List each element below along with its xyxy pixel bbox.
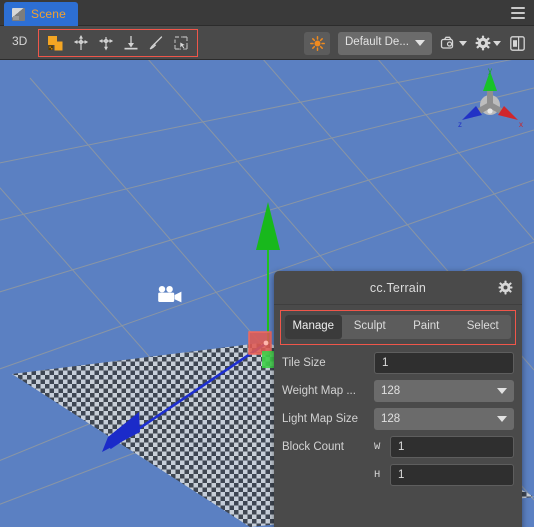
chevron-down-icon xyxy=(415,40,425,46)
view-mode-label[interactable]: 3D xyxy=(12,35,27,47)
window-tabbar: Scene xyxy=(0,0,534,26)
scene-icon xyxy=(12,7,25,21)
tab-manage-label: Manage xyxy=(292,320,335,333)
editor-window: Scene 3D Default De... y x z cc.Terrain … xyxy=(0,0,534,527)
block-count-h-input[interactable]: 1 xyxy=(390,464,514,486)
tab-paint-label: Paint xyxy=(413,320,440,333)
chevron-down-icon xyxy=(497,388,507,394)
block-count-w-value: 1 xyxy=(398,441,405,453)
light-map-size-label: Light Map Size xyxy=(282,413,359,425)
cursor-select-icon xyxy=(173,36,188,50)
layout-panel-icon xyxy=(510,35,525,51)
camera-menu-button[interactable] xyxy=(440,32,467,54)
brush-tool[interactable] xyxy=(143,31,168,55)
camera-icon xyxy=(440,36,454,49)
field-row-block-count-h: H 1 xyxy=(282,464,514,486)
render-pipeline-value: Default De... xyxy=(345,36,409,49)
video-camera-icon[interactable] xyxy=(157,286,183,304)
svg-text:z: z xyxy=(458,120,462,129)
field-row-light-map-size: Light Map Size 128 xyxy=(282,408,514,430)
axis-orientation-gizmo[interactable]: y x z xyxy=(454,65,526,135)
move-tool[interactable] xyxy=(68,31,93,55)
move-gizmo-icon xyxy=(73,35,88,50)
scene-viewport[interactable]: y x z cc.Terrain Manage Sculpt Paint Sel… xyxy=(0,60,534,527)
block-count-w-axis-label: W xyxy=(374,441,381,453)
gear-icon xyxy=(475,35,491,51)
weight-map-size-dropdown[interactable]: 128 xyxy=(374,380,514,402)
tab-manage[interactable]: Manage xyxy=(285,315,342,339)
gear-icon[interactable] xyxy=(498,280,513,295)
tab-scene[interactable]: Scene xyxy=(4,2,79,26)
tab-select[interactable]: Select xyxy=(455,315,512,339)
tab-sculpt[interactable]: Sculpt xyxy=(342,315,399,339)
anchor-tool[interactable] xyxy=(118,31,143,55)
panel-title: cc.Terrain xyxy=(369,280,427,295)
rect-transform-tool[interactable] xyxy=(43,31,68,55)
terrain-properties-panel: cc.Terrain Manage Sculpt Paint Select Ti… xyxy=(274,271,522,527)
scale-gizmo-icon xyxy=(98,37,113,51)
sun-icon xyxy=(309,35,325,51)
field-row-block-count-w: Block Count W 1 xyxy=(282,436,514,458)
scene-toolbar: 3D Default De... xyxy=(0,26,534,60)
field-row-weight-map-size: Weight Map ... 128 xyxy=(282,380,514,402)
light-map-size-value: 128 xyxy=(381,413,401,425)
panel-header: cc.Terrain xyxy=(274,271,522,305)
brush-icon xyxy=(149,36,162,50)
layout-panel-button[interactable] xyxy=(509,32,526,54)
weight-map-size-label: Weight Map ... xyxy=(282,385,356,397)
tab-select-label: Select xyxy=(466,320,499,333)
render-pipeline-dropdown[interactable]: Default De... xyxy=(338,31,432,55)
weight-map-size-value: 128 xyxy=(381,385,401,397)
tile-size-label: Tile Size xyxy=(282,357,326,369)
block-count-label: Block Count xyxy=(282,441,345,453)
chevron-down-icon xyxy=(459,40,467,46)
tab-paint[interactable]: Paint xyxy=(398,315,455,339)
tab-scene-label: Scene xyxy=(31,7,67,21)
tile-size-value: 1 xyxy=(382,357,389,369)
light-map-size-dropdown[interactable]: 128 xyxy=(374,408,514,430)
chevron-down-icon xyxy=(497,416,507,422)
block-count-h-axis-label: H xyxy=(374,469,381,481)
svg-text:y: y xyxy=(488,66,492,75)
tab-sculpt-label: Sculpt xyxy=(353,320,386,333)
scale-tool[interactable] xyxy=(93,31,118,55)
terrain-mode-tabs: Manage Sculpt Paint Select xyxy=(285,315,511,339)
tile-size-input[interactable]: 1 xyxy=(374,352,514,374)
select-tool[interactable] xyxy=(168,31,193,55)
chevron-down-icon xyxy=(493,40,501,46)
anchor-icon xyxy=(124,36,137,50)
transform-tool-group xyxy=(38,29,198,57)
toolbar-right-group: Default De... xyxy=(304,30,526,56)
block-count-h-value: 1 xyxy=(398,469,405,481)
svg-text:x: x xyxy=(519,120,523,129)
hamburger-menu-icon[interactable] xyxy=(511,7,525,19)
field-row-tile-size: Tile Size 1 xyxy=(282,352,514,374)
y-axis-arrow xyxy=(256,202,280,250)
rect-transform-icon xyxy=(48,35,63,50)
settings-menu-button[interactable] xyxy=(475,32,501,54)
block-count-w-input[interactable]: 1 xyxy=(390,436,514,458)
terrain-fields: Tile Size 1 Weight Map ... 128 Light Map… xyxy=(274,345,522,486)
terrain-mode-tabs-highlight: Manage Sculpt Paint Select xyxy=(280,310,516,345)
lighting-toggle-button[interactable] xyxy=(304,31,330,55)
